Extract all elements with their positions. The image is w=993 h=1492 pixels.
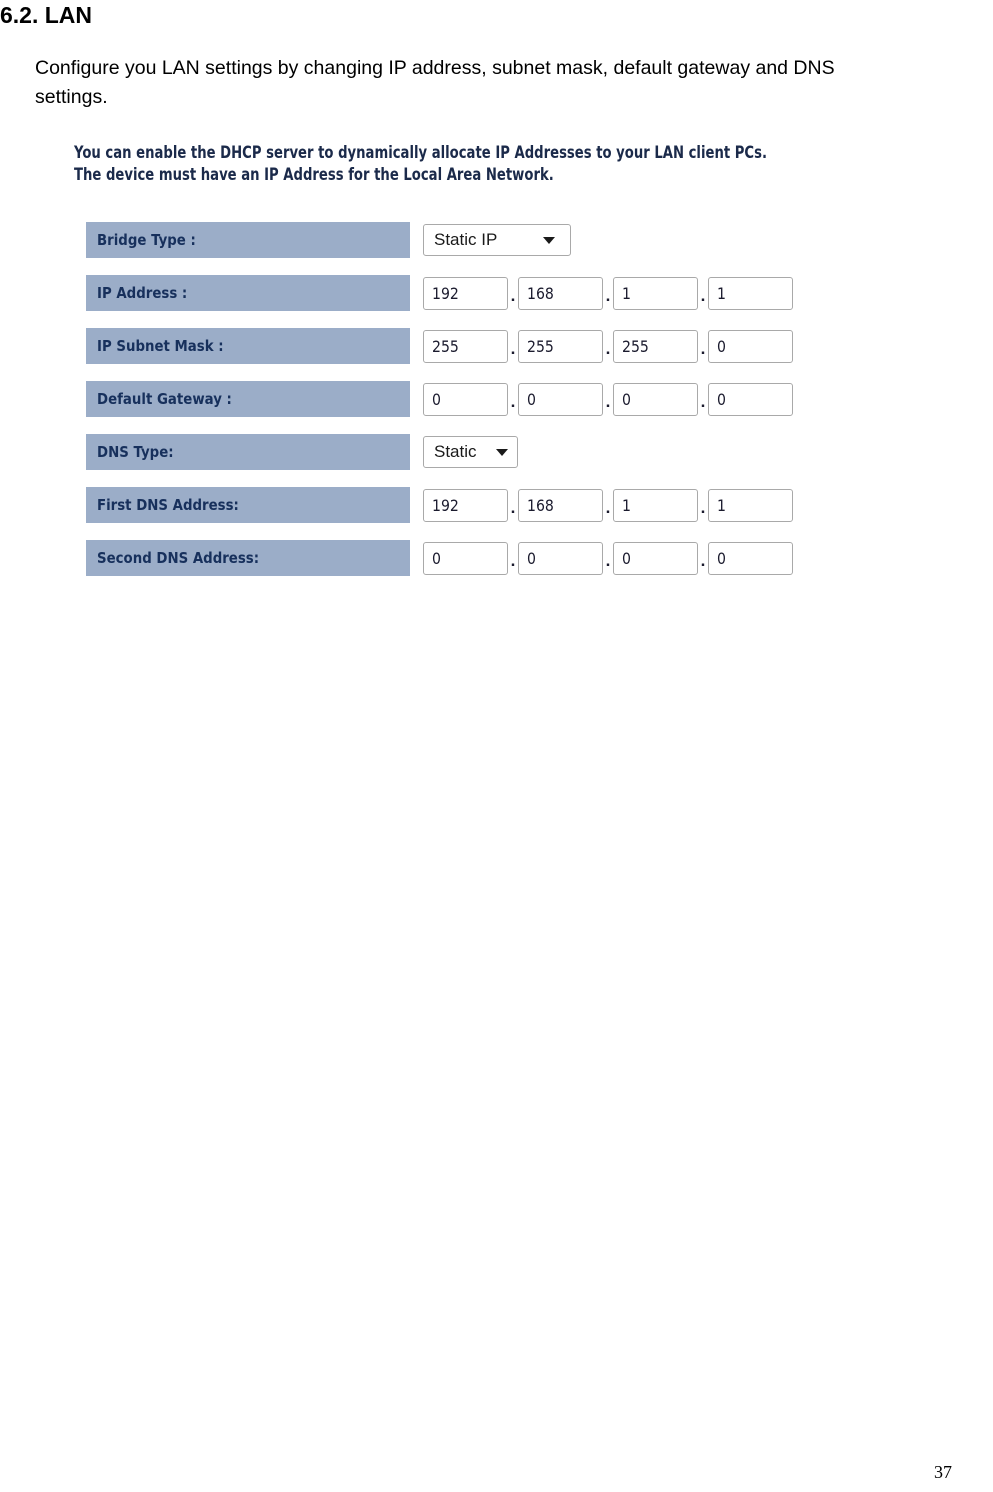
- form-row-ip-address: IP Address : 192 . 168 . 1 . 1: [86, 275, 846, 311]
- control-bridge-type: Static IP: [423, 222, 571, 258]
- ip-subnet-mask-octet-group: 255 . 255 . 255 . 0: [423, 329, 793, 363]
- second-dns-address-octet-1[interactable]: 0: [423, 541, 508, 575]
- octet-separator: .: [700, 338, 706, 358]
- first-dns-address-octet-4[interactable]: 1: [708, 488, 793, 522]
- octet-separator: .: [700, 285, 706, 305]
- default-gateway-octet-2[interactable]: 0: [518, 382, 603, 416]
- ip-subnet-mask-octet-4[interactable]: 0: [708, 329, 793, 363]
- form-row-dns-type: DNS Type: Static: [86, 434, 846, 470]
- second-dns-address-octet-2[interactable]: 0: [518, 541, 603, 575]
- ip-subnet-mask-octet-2[interactable]: 255: [518, 329, 603, 363]
- octet-separator: .: [510, 391, 516, 411]
- octet-separator: .: [605, 391, 611, 411]
- form-row-ip-subnet-mask: IP Subnet Mask : 255 . 255 . 255 . 0: [86, 328, 846, 364]
- second-dns-address-octet-4[interactable]: 0: [708, 541, 793, 575]
- dhcp-info-note-line-1: You can enable the DHCP server to dynami…: [74, 143, 767, 162]
- control-second-dns-address: 0 . 0 . 0 . 0: [423, 540, 793, 576]
- label-ip-address: IP Address :: [86, 275, 410, 311]
- octet-separator: .: [510, 338, 516, 358]
- page-number: 37: [934, 1462, 952, 1482]
- form-row-second-dns-address: Second DNS Address: 0 . 0 . 0 . 0: [86, 540, 846, 576]
- octet-separator: .: [605, 338, 611, 358]
- default-gateway-octet-1[interactable]: 0: [423, 382, 508, 416]
- section-description: Configure you LAN settings by changing I…: [35, 57, 835, 108]
- dhcp-info-note-line-2: The device must have an IP Address for t…: [74, 165, 554, 184]
- second-dns-address-octet-3[interactable]: 0: [613, 541, 698, 575]
- label-ip-subnet-mask: IP Subnet Mask :: [86, 328, 410, 364]
- ip-address-octet-2[interactable]: 168: [518, 276, 603, 310]
- chevron-down-icon: [543, 236, 555, 244]
- default-gateway-octet-4[interactable]: 0: [708, 382, 793, 416]
- octet-separator: .: [605, 550, 611, 570]
- ip-address-octet-3[interactable]: 1: [613, 276, 698, 310]
- form-row-first-dns-address: First DNS Address: 192 . 168 . 1 . 1: [86, 487, 846, 523]
- control-ip-subnet-mask: 255 . 255 . 255 . 0: [423, 328, 793, 364]
- form-row-default-gateway: Default Gateway : 0 . 0 . 0 . 0: [86, 381, 846, 417]
- first-dns-address-octet-3[interactable]: 1: [613, 488, 698, 522]
- ip-address-octet-group: 192 . 168 . 1 . 1: [423, 276, 793, 310]
- label-second-dns-address: Second DNS Address:: [86, 540, 410, 576]
- bridge-type-select[interactable]: Static IP: [423, 224, 571, 256]
- ip-address-octet-1[interactable]: 192: [423, 276, 508, 310]
- octet-separator: .: [700, 391, 706, 411]
- first-dns-address-octet-2[interactable]: 168: [518, 488, 603, 522]
- label-first-dns-address: First DNS Address:: [86, 487, 410, 523]
- label-default-gateway: Default Gateway :: [86, 381, 410, 417]
- default-gateway-octet-group: 0 . 0 . 0 . 0: [423, 382, 793, 416]
- octet-separator: .: [510, 497, 516, 517]
- label-dns-type: DNS Type:: [86, 434, 410, 470]
- first-dns-address-octet-group: 192 . 168 . 1 . 1: [423, 488, 793, 522]
- octet-separator: .: [700, 497, 706, 517]
- ip-address-octet-4[interactable]: 1: [708, 276, 793, 310]
- router-lan-settings-screenshot: You can enable the DHCP server to dynami…: [0, 130, 993, 600]
- octet-separator: .: [510, 285, 516, 305]
- bridge-type-selected-value: Static IP: [434, 230, 498, 249]
- label-bridge-type: Bridge Type :: [86, 222, 410, 258]
- ip-subnet-mask-octet-1[interactable]: 255: [423, 329, 508, 363]
- octet-separator: .: [700, 550, 706, 570]
- page-title: 6.2. LAN: [0, 2, 93, 28]
- control-first-dns-address: 192 . 168 . 1 . 1: [423, 487, 793, 523]
- control-default-gateway: 0 . 0 . 0 . 0: [423, 381, 793, 417]
- octet-separator: .: [605, 285, 611, 305]
- second-dns-address-octet-group: 0 . 0 . 0 . 0: [423, 541, 793, 575]
- octet-separator: .: [605, 497, 611, 517]
- dhcp-info-note: You can enable the DHCP server to dynami…: [74, 142, 814, 186]
- default-gateway-octet-3[interactable]: 0: [613, 382, 698, 416]
- control-ip-address: 192 . 168 . 1 . 1: [423, 275, 793, 311]
- chevron-down-icon: [496, 448, 508, 456]
- first-dns-address-octet-1[interactable]: 192: [423, 488, 508, 522]
- ip-subnet-mask-octet-3[interactable]: 255: [613, 329, 698, 363]
- lan-settings-form: Bridge Type : Static IP IP Address : 192…: [86, 222, 846, 593]
- control-dns-type: Static: [423, 434, 518, 470]
- dns-type-select[interactable]: Static: [423, 436, 518, 468]
- form-row-bridge-type: Bridge Type : Static IP: [86, 222, 846, 258]
- dns-type-selected-value: Static: [434, 442, 477, 461]
- octet-separator: .: [510, 550, 516, 570]
